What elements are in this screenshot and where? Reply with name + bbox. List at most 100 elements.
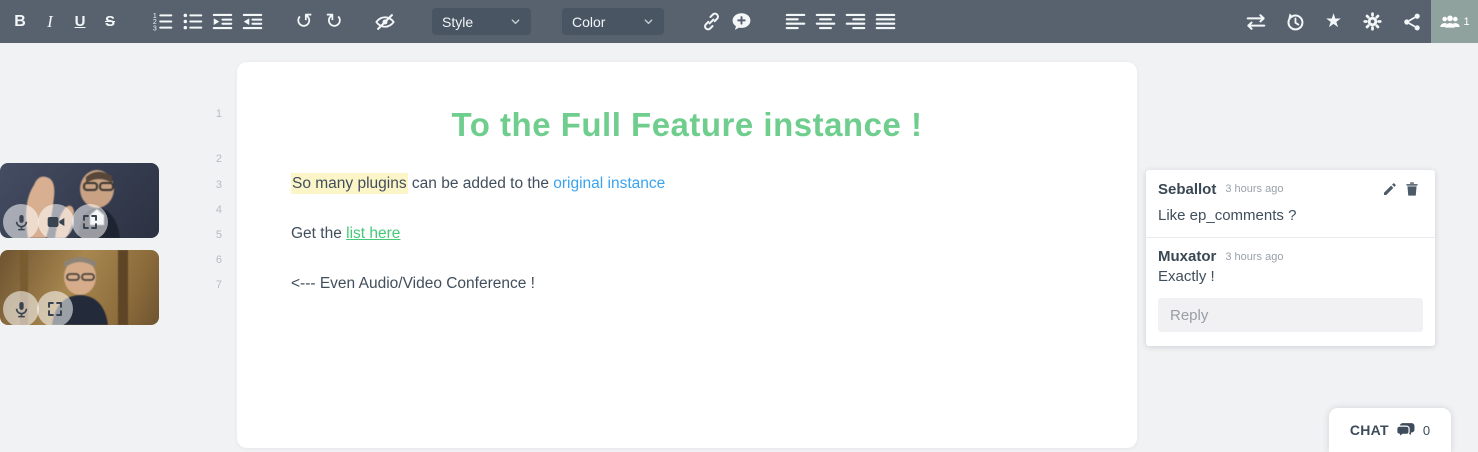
comment-author: Seballot <box>1158 180 1217 198</box>
underline-button[interactable]: U <box>65 7 95 37</box>
align-right-button[interactable] <box>840 7 870 37</box>
strikethrough-button[interactable]: S <box>95 7 125 37</box>
align-justify-icon <box>875 13 895 30</box>
chevron-down-icon <box>644 19 653 25</box>
line-number: 6 <box>215 254 222 266</box>
align-center-button[interactable] <box>810 7 840 37</box>
eye-off-icon <box>375 13 395 30</box>
line-number: 3 <box>215 179 222 191</box>
trash-icon <box>1406 182 1418 196</box>
comment-header: Muxator 3 hours ago <box>1158 248 1423 265</box>
mute-audio-button[interactable] <box>3 291 39 325</box>
style-dropdown[interactable]: Style <box>432 8 531 35</box>
comment-plus-icon <box>732 13 750 30</box>
star-button[interactable]: ★ <box>1314 7 1353 37</box>
comment-header: Seballot 3 hours ago <box>1158 180 1423 198</box>
video-participant-1[interactable] <box>0 163 159 238</box>
fullscreen-button[interactable] <box>72 204 108 238</box>
bold-icon: B <box>14 12 26 30</box>
chat-bubbles-icon <box>1396 423 1415 438</box>
highlighted-text: So many plugins <box>291 173 408 194</box>
pencil-icon <box>1384 183 1396 195</box>
history-icon <box>1286 12 1303 30</box>
show-users-button[interactable]: 1 <box>1431 0 1478 43</box>
pad-paragraph-3: <--- Even Audio/Video Conference ! <box>291 275 535 292</box>
bold-button[interactable]: B <box>5 7 35 37</box>
import-export-icon <box>1246 13 1265 30</box>
redo-button[interactable]: ↻ <box>319 7 349 37</box>
reply-box <box>1146 298 1435 346</box>
outdent-button[interactable] <box>237 7 267 37</box>
align-left-button[interactable] <box>780 7 810 37</box>
undo-icon: ↺ <box>295 9 313 33</box>
comment-timestamp: 3 hours ago <box>1225 183 1284 195</box>
share-icon <box>1403 13 1420 30</box>
comments-panel: Seballot 3 hours ago Like ep_comments ? … <box>1146 170 1435 346</box>
share-button[interactable] <box>1392 7 1431 37</box>
insert-link-button[interactable] <box>696 7 726 37</box>
indent-button[interactable] <box>207 7 237 37</box>
underline-icon: U <box>74 13 86 30</box>
mute-audio-button[interactable] <box>3 204 39 238</box>
paragraph-text: Get the <box>291 225 347 242</box>
pad-heading: To the Full Feature instance ! <box>451 106 923 143</box>
svg-text:3: 3 <box>152 25 156 32</box>
align-justify-button[interactable] <box>870 7 900 37</box>
comment-text: Like ep_comments ? <box>1158 207 1297 224</box>
original-instance-link[interactable]: original instance <box>553 175 665 192</box>
fullscreen-button[interactable] <box>37 291 73 325</box>
delete-comment-button[interactable] <box>1401 180 1423 198</box>
line-number: 5 <box>215 229 222 241</box>
microphone-icon <box>15 214 27 230</box>
pad-paragraph-2: Get the list here <box>291 225 400 243</box>
star-icon: ★ <box>1324 10 1343 32</box>
chat-message-count: 0 <box>1422 422 1431 438</box>
reply-input[interactable] <box>1158 298 1423 332</box>
pad-paragraph-1: So many plugins can be added to the orig… <box>291 173 665 194</box>
ordered-list-button[interactable]: 1 2 3 <box>147 7 177 37</box>
edit-comment-button[interactable] <box>1379 180 1401 198</box>
italic-button[interactable]: I <box>35 7 65 37</box>
align-right-icon <box>845 13 865 30</box>
add-comment-button[interactable] <box>726 7 756 37</box>
toolbar: B I U S 1 2 3 ↺ ↻ Style Color ★ 1 <box>0 0 1478 43</box>
toolbar-right-group: ★ 1 <box>1236 0 1478 43</box>
strikethrough-icon: S <box>104 13 115 30</box>
comment-author: Muxator <box>1158 248 1217 265</box>
comment-item[interactable]: Muxator 3 hours ago Exactly ! <box>1146 237 1435 298</box>
video-participant-2[interactable] <box>0 250 159 325</box>
clear-authorship-button[interactable] <box>370 7 400 37</box>
settings-button[interactable] <box>1353 7 1392 37</box>
indent-icon <box>212 13 232 30</box>
camera-icon <box>47 217 65 227</box>
italic-icon: I <box>47 11 53 31</box>
redo-icon: ↻ <box>325 9 343 33</box>
pad-editor[interactable]: To the Full Feature instance ! So many p… <box>237 62 1137 448</box>
import-export-button[interactable] <box>1236 7 1275 37</box>
fullscreen-icon <box>48 302 62 316</box>
users-icon <box>1440 14 1461 28</box>
disable-video-button[interactable] <box>38 204 74 238</box>
fullscreen-icon <box>83 215 97 229</box>
history-button[interactable] <box>1275 7 1314 37</box>
link-icon <box>703 12 719 31</box>
chat-toggle-button[interactable]: CHAT 0 <box>1329 408 1451 452</box>
outdent-icon <box>242 13 262 30</box>
color-dropdown-label: Color <box>572 13 606 30</box>
gear-icon <box>1363 12 1382 31</box>
line-number: 4 <box>215 204 222 216</box>
line-number: 7 <box>215 279 222 291</box>
chat-label: CHAT <box>1349 422 1389 438</box>
color-dropdown[interactable]: Color <box>562 8 664 35</box>
comment-timestamp: 3 hours ago <box>1225 250 1284 263</box>
microphone-icon <box>15 301 27 317</box>
undo-button[interactable]: ↺ <box>289 7 319 37</box>
unordered-list-button[interactable] <box>177 7 207 37</box>
comment-item[interactable]: Seballot 3 hours ago Like ep_comments ? <box>1146 170 1435 237</box>
list-here-link[interactable]: list here <box>346 225 400 242</box>
paragraph-text: can be added to the <box>407 175 554 192</box>
style-dropdown-label: Style <box>442 13 474 30</box>
unordered-list-icon <box>183 13 202 30</box>
line-number: 2 <box>215 153 222 165</box>
line-number: 1 <box>215 108 222 120</box>
